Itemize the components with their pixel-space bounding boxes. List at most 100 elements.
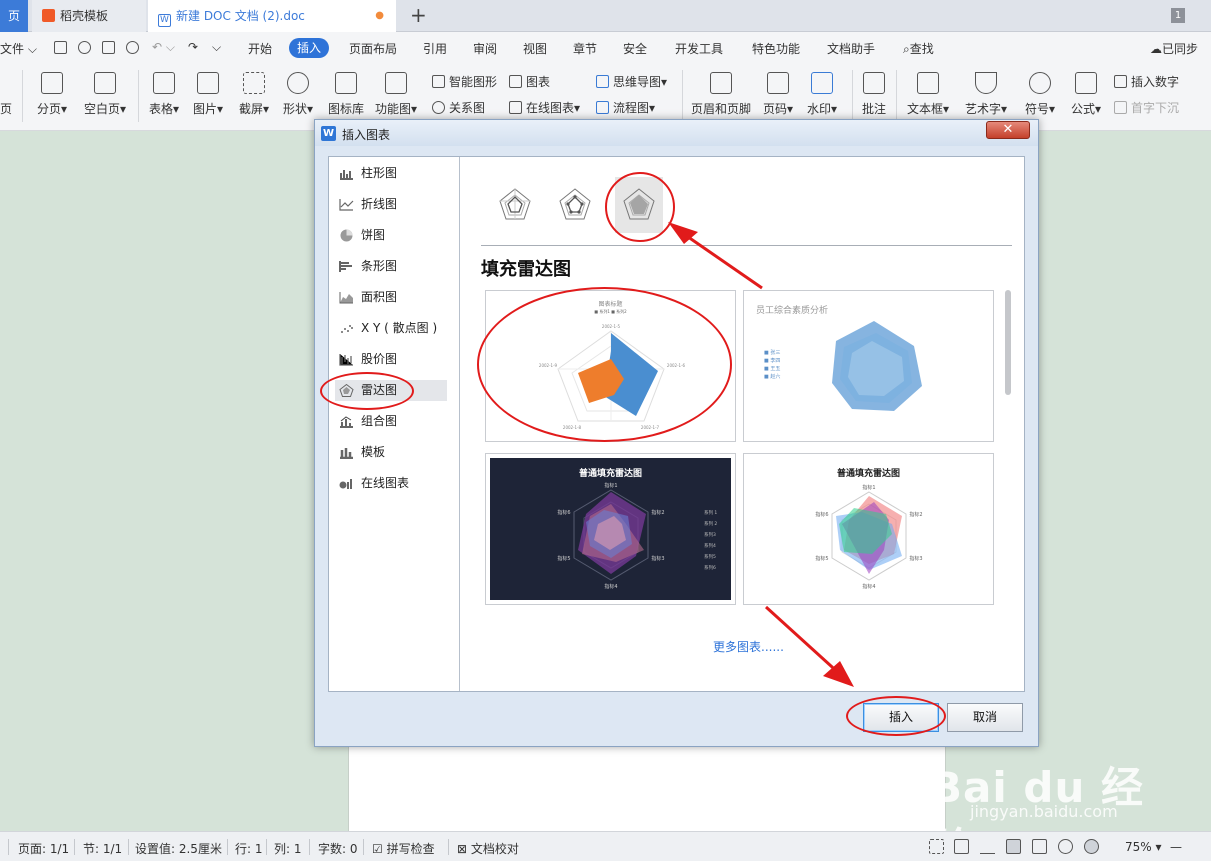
cancel-button[interactable]: 取消 xyxy=(947,703,1023,732)
close-button[interactable]: ✕ xyxy=(986,121,1030,139)
category-template[interactable]: 模板 xyxy=(335,442,447,463)
pen-icon[interactable] xyxy=(980,839,995,854)
ribbon-cut-item[interactable]: 页 xyxy=(0,100,12,117)
menu-file[interactable]: 文件 ⌵ xyxy=(0,40,37,57)
picture-button[interactable]: 图片▾ xyxy=(190,72,226,117)
table-button[interactable]: 表格▾ xyxy=(146,72,182,117)
category-stock[interactable]: 股价图 xyxy=(335,349,447,370)
new-tab-button[interactable]: + xyxy=(410,0,427,30)
menu-features[interactable]: 特色功能 xyxy=(752,40,800,57)
subtype-radar-markers[interactable] xyxy=(551,177,599,233)
format-painter-icon[interactable] xyxy=(126,41,139,54)
fullscreen-icon[interactable] xyxy=(929,839,944,854)
indicator-label: 指标5 xyxy=(815,555,828,562)
status-row[interactable]: 行: 1 xyxy=(235,840,263,857)
stock-chart-icon xyxy=(339,354,353,366)
menu-doc-assistant[interactable]: 文档助手 xyxy=(827,40,875,57)
status-section[interactable]: 节: 1/1 xyxy=(83,840,122,857)
status-column[interactable]: 列: 1 xyxy=(274,840,302,857)
wordart-button[interactable]: 艺术字▾ xyxy=(962,72,1010,117)
chart-thumbnail-3[interactable]: 普通填充雷达图 指标1 指标2 指标3 指标4 指标5 指标6 系列 1 系列 … xyxy=(485,453,736,605)
blank-page-button[interactable]: 空白页▾ xyxy=(80,72,130,117)
quick-access-more-icon[interactable]: ⌵ xyxy=(212,40,221,55)
tab-label: 新建 DOC 文档 (2).doc xyxy=(176,9,305,23)
chart-thumbnail-2[interactable]: 员工综合素质分析 ■ 张三 ■ 李四 ■ 王五 ■ 赵六 xyxy=(743,290,994,442)
category-combo[interactable]: 组合图 xyxy=(335,411,447,432)
menu-home[interactable]: 开始 xyxy=(248,40,272,57)
function-chart-button[interactable]: 功能图▾ xyxy=(372,72,420,117)
spell-check-button[interactable]: ☑ 拼写检查 xyxy=(372,840,435,857)
sync-status[interactable]: ☁已同步 xyxy=(1150,40,1198,57)
zoom-level[interactable]: 75% ▾ xyxy=(1125,840,1162,854)
window-count-badge[interactable]: 1 xyxy=(1171,8,1185,23)
search-icon: ⌕ xyxy=(903,42,910,56)
undo-icon[interactable]: ↶ ⌵ xyxy=(152,40,175,55)
zoom-out-button[interactable]: — xyxy=(1170,840,1182,854)
watermark-icon xyxy=(811,72,833,94)
redo-icon[interactable]: ↷ xyxy=(188,40,198,54)
tab-home[interactable]: 页 xyxy=(0,0,28,32)
page-view-icon[interactable] xyxy=(1006,839,1021,854)
category-scatter[interactable]: X Y ( 散点图 ) xyxy=(335,318,447,339)
textbox-button[interactable]: 文本框▾ xyxy=(904,72,952,117)
smart-shape-button[interactable]: 智能图形 xyxy=(432,73,497,90)
tab-daoke-templates[interactable]: 稻壳模板 xyxy=(32,0,146,32)
status-page[interactable]: 页面: 1/1 xyxy=(18,840,69,857)
tab-document[interactable]: W 新建 DOC 文档 (2).doc ● xyxy=(148,0,396,32)
menu-developer[interactable]: 开发工具 xyxy=(675,40,723,57)
menu-review[interactable]: 审阅 xyxy=(473,40,497,57)
watermark-button[interactable]: 水印▾ xyxy=(804,72,840,117)
reading-mode-icon[interactable] xyxy=(954,839,969,854)
thumbnail-scrollbar[interactable] xyxy=(1005,290,1011,395)
comment-button[interactable]: 批注 xyxy=(860,72,888,117)
category-column[interactable]: 柱形图 xyxy=(335,163,447,184)
dialog-title-bar[interactable]: W 插入图表 ✕ xyxy=(315,120,1038,146)
wordart-icon xyxy=(975,72,997,94)
more-charts-link[interactable]: 更多图表...... xyxy=(713,638,784,655)
status-divider xyxy=(309,839,310,855)
page-break-button[interactable]: 分页▾ xyxy=(34,72,70,117)
menu-view[interactable]: 视图 xyxy=(523,40,547,57)
relation-chart-button[interactable]: 关系图 xyxy=(432,99,485,116)
menu-find[interactable]: ⌕查找 xyxy=(903,40,934,57)
ribbon-divider xyxy=(22,70,23,122)
screenshot-button[interactable]: 截屏▾ xyxy=(236,72,272,117)
online-chart-button[interactable]: 在线图表▾ xyxy=(509,99,580,116)
flow-chart-button[interactable]: 流程图▾ xyxy=(596,99,655,116)
category-bar[interactable]: 条形图 xyxy=(335,256,447,277)
radar-outline-icon xyxy=(499,188,531,220)
doc-proof-button[interactable]: ⊠ 文档校对 xyxy=(457,840,519,857)
symbol-button[interactable]: 符号▾ xyxy=(1020,72,1060,117)
category-pie[interactable]: 饼图 xyxy=(335,225,447,246)
menu-references[interactable]: 引用 xyxy=(423,40,447,57)
status-word-count[interactable]: 字数: 0 xyxy=(318,840,358,857)
eye-protection-icon[interactable] xyxy=(1084,839,1099,854)
mind-map-button[interactable]: 思维导图▾ xyxy=(596,73,667,90)
menu-security[interactable]: 安全 xyxy=(623,40,647,57)
drop-cap-button[interactable]: 首字下沉 xyxy=(1114,99,1179,116)
shape-button[interactable]: 形状▾ xyxy=(280,72,316,117)
header-footer-button[interactable]: 页眉和页脚 xyxy=(690,72,752,117)
word-doc-icon: W xyxy=(158,14,171,27)
icon-library-button[interactable]: 图标库 xyxy=(326,72,366,117)
formula-button[interactable]: 公式▾ xyxy=(1066,72,1106,117)
page-number-button[interactable]: 页码▾ xyxy=(760,72,796,117)
chart-thumbnail-4[interactable]: 普通填充雷达图 指标1 指标2 指标3 指标4 指标5 指标6 xyxy=(743,453,994,605)
flow-chart-icon xyxy=(596,101,609,114)
category-line[interactable]: 折线图 xyxy=(335,194,447,215)
subtype-divider xyxy=(481,245,1012,246)
category-online[interactable]: 在线图表 xyxy=(335,473,447,494)
subtype-radar[interactable] xyxy=(491,177,539,233)
insert-number-button[interactable]: 插入数字 xyxy=(1114,73,1179,90)
menu-insert[interactable]: 插入 xyxy=(289,38,330,58)
category-area[interactable]: 面积图 xyxy=(335,287,447,308)
menu-page-layout[interactable]: 页面布局 xyxy=(349,40,397,57)
chart-button[interactable]: 图表 xyxy=(509,73,550,90)
status-setting[interactable]: 设置值: 2.5厘米 xyxy=(135,840,222,857)
menu-chapter[interactable]: 章节 xyxy=(573,40,597,57)
print-icon[interactable] xyxy=(102,41,115,54)
outline-view-icon[interactable] xyxy=(1032,839,1047,854)
web-view-icon[interactable] xyxy=(1058,839,1073,854)
print-preview-icon[interactable] xyxy=(78,41,91,54)
save-icon[interactable] xyxy=(54,41,67,54)
